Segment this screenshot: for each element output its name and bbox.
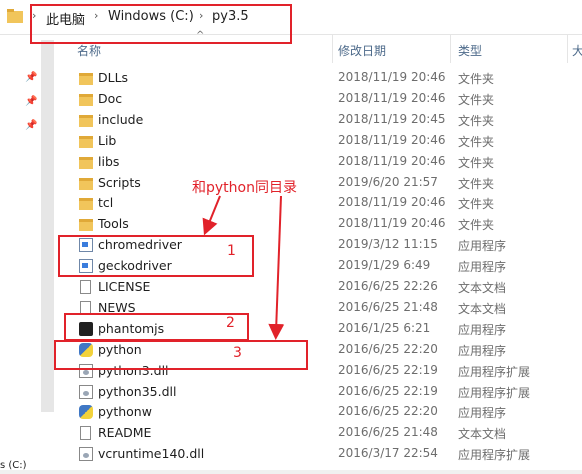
arrow-to-box-3	[268, 195, 285, 340]
horizontal-scrollbar[interactable]	[0, 470, 582, 474]
arrow-to-box-1	[202, 195, 221, 236]
annotation-arrows	[202, 195, 285, 340]
